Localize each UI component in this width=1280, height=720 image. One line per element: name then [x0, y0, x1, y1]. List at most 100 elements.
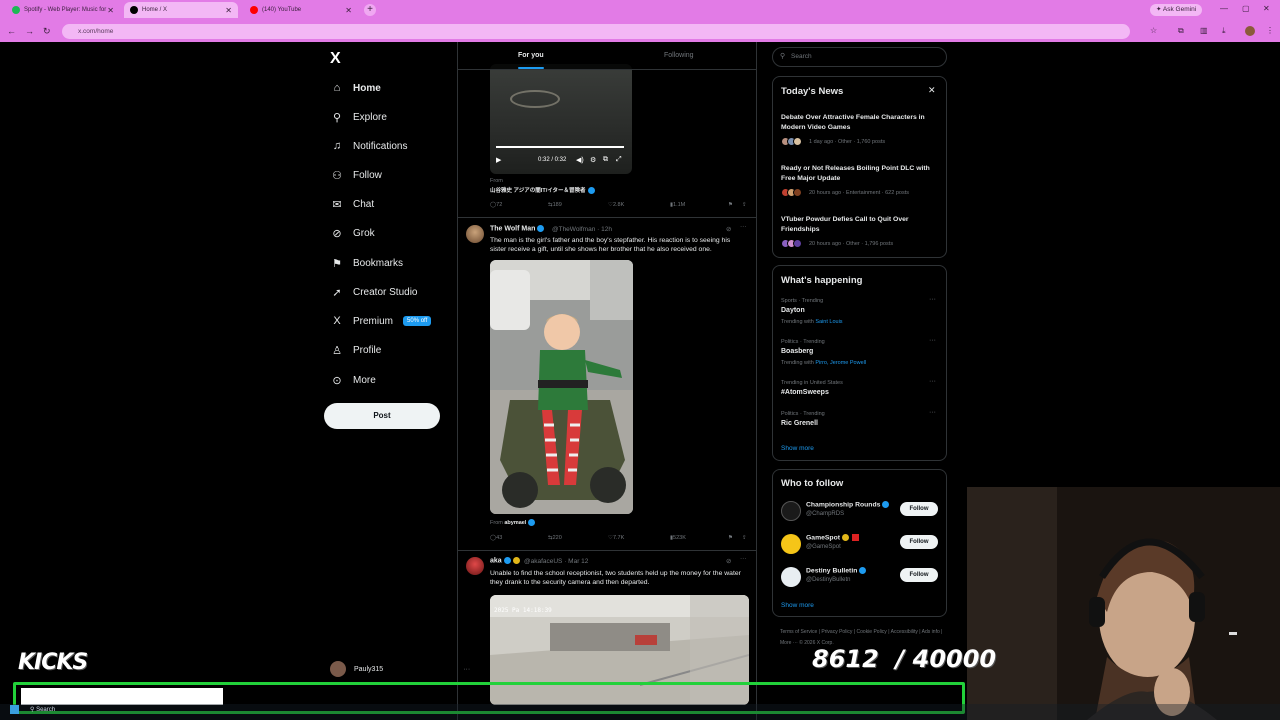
close-icon[interactable]: ✕: [345, 6, 352, 15]
avatar[interactable]: [781, 534, 801, 554]
trend-name[interactable]: Dayton: [781, 307, 805, 314]
avatar[interactable]: [466, 557, 484, 575]
back-icon[interactable]: ←: [7, 26, 16, 36]
reply-button[interactable]: ◯ 72: [490, 202, 502, 208]
grok-icon[interactable]: ⊘: [726, 557, 731, 565]
show-more-link[interactable]: Show more: [781, 602, 814, 609]
nav-premium[interactable]: X Premium 50% off: [330, 311, 432, 331]
like-button[interactable]: ♡ 7.7K: [608, 535, 624, 541]
video-player[interactable]: ▶ 0:32 / 0:32 ◀) ⚙ ⧉ ⤢: [490, 64, 632, 174]
new-tab-button[interactable]: +: [364, 4, 376, 16]
views-button[interactable]: ▮ 1.1M: [670, 202, 685, 208]
news-headline[interactable]: Ready or Not Releases Boiling Point DLC …: [781, 164, 941, 183]
avatar[interactable]: [466, 225, 484, 243]
forward-icon[interactable]: →: [25, 26, 34, 36]
window-close-icon[interactable]: ✕: [1263, 4, 1270, 13]
like-button[interactable]: ♡ 2.8K: [608, 202, 624, 208]
footer-link[interactable]: Privacy Policy: [821, 629, 852, 635]
menu-icon[interactable]: ⋮: [1266, 26, 1274, 35]
volume-icon[interactable]: ◀): [576, 156, 584, 164]
follow-button[interactable]: Follow: [900, 502, 938, 516]
nav-creator-studio[interactable]: ➚ Creator Studio: [330, 282, 417, 302]
timeline[interactable]: For you Following ▶ 0:32 / 0:32 ◀) ⚙ ⧉ ⤢…: [457, 42, 757, 720]
star-icon[interactable]: ☆: [1150, 26, 1157, 35]
more-icon[interactable]: ···: [929, 337, 936, 344]
sidepanel-icon[interactable]: ▥: [1200, 26, 1208, 35]
nav-bookmarks[interactable]: ⚑ Bookmarks: [330, 253, 403, 273]
nav-home[interactable]: ⌂ Home: [330, 78, 381, 98]
more-icon[interactable]: ···: [929, 409, 936, 416]
more-icon[interactable]: ···: [740, 555, 747, 562]
play-icon[interactable]: ▶: [496, 156, 501, 164]
share-icon[interactable]: ⇪: [742, 535, 747, 541]
account-switcher[interactable]: Pauly315 ···: [330, 661, 470, 677]
from-source[interactable]: 山谷雅史 アジアの闇IT/イター＆冒険者: [490, 186, 595, 195]
settings-icon[interactable]: ⚙: [590, 156, 596, 164]
download-icon[interactable]: ⤓: [1222, 26, 1226, 36]
more-icon[interactable]: ···: [929, 378, 936, 385]
avatar[interactable]: [781, 501, 801, 521]
extensions-icon[interactable]: ⧉: [1178, 26, 1184, 36]
footer-link[interactable]: More ···: [780, 640, 798, 646]
nav-notifications[interactable]: ♫ Notifications: [330, 136, 408, 156]
footer-link[interactable]: Terms of Service: [780, 629, 817, 635]
close-icon[interactable]: ✕: [928, 85, 936, 96]
tab-for-you[interactable]: For you: [518, 52, 544, 59]
trend-with-names[interactable]: Pirro, Jerome Powell: [815, 360, 866, 366]
nav-profile[interactable]: ♙ Profile: [330, 340, 381, 360]
minimize-icon[interactable]: —: [1220, 4, 1228, 13]
profile-avatar[interactable]: [1245, 26, 1255, 36]
views-button[interactable]: ▮ 523K: [670, 535, 686, 541]
follow-button[interactable]: Follow: [900, 568, 938, 582]
video-progress[interactable]: [496, 146, 624, 148]
trend-name[interactable]: Boasberg: [781, 348, 813, 355]
pip-icon[interactable]: ⧉: [603, 156, 608, 164]
author-name[interactable]: The Wolf Man: [490, 225, 545, 232]
more-icon[interactable]: ···: [929, 296, 936, 303]
nav-follow[interactable]: ⚇ Follow: [330, 165, 382, 185]
fullscreen-icon[interactable]: ⤢: [616, 156, 622, 164]
tab-following[interactable]: Following: [664, 52, 694, 59]
author-name[interactable]: aka: [490, 557, 520, 564]
nav-explore[interactable]: ⚲ Explore: [330, 107, 387, 127]
from-line[interactable]: From abymael: [490, 519, 536, 526]
follow-button[interactable]: Follow: [900, 535, 938, 549]
post-button[interactable]: Post: [324, 403, 440, 429]
reload-icon[interactable]: ↻: [43, 26, 51, 37]
footer-link[interactable]: Cookie Policy: [857, 629, 887, 635]
tab-youtube[interactable]: (140) YouTube ✕: [244, 2, 358, 18]
url-input[interactable]: x.com/home: [62, 24, 1130, 39]
follow-name[interactable]: Championship Rounds: [806, 501, 890, 508]
more-icon[interactable]: ···: [740, 223, 747, 230]
x-logo[interactable]: X: [330, 50, 341, 68]
windows-start-icon[interactable]: [10, 705, 19, 714]
footer-link[interactable]: Accessibility: [891, 629, 918, 635]
follow-name[interactable]: GameSpot: [806, 534, 859, 541]
follow-name[interactable]: Destiny Bulletin: [806, 567, 867, 574]
trend-name[interactable]: Ric Grenell: [781, 420, 818, 427]
nav-chat[interactable]: ✉ Chat: [330, 194, 374, 214]
search-input[interactable]: ⚲ Search: [772, 47, 947, 67]
show-more-link[interactable]: Show more: [781, 445, 814, 452]
author-handle[interactable]: @akafaceUS · Mar 12: [524, 558, 588, 565]
share-icon[interactable]: ⇪: [742, 202, 747, 208]
author-handle[interactable]: @TheWolfman · 12h: [552, 226, 612, 233]
reply-button[interactable]: ◯ 43: [490, 535, 502, 541]
tweet-image[interactable]: [490, 260, 633, 514]
retweet-button[interactable]: ⇆ 189: [548, 202, 562, 208]
footer-link[interactable]: Ads info: [922, 629, 940, 635]
nav-more[interactable]: ⊙ More: [330, 370, 375, 390]
trend-with-names[interactable]: Saint Louis: [815, 319, 842, 325]
taskbar-search[interactable]: ⚲ Search: [30, 706, 55, 713]
tab-spotify[interactable]: Spotify - Web Player: Music for ✕: [6, 2, 120, 18]
avatar[interactable]: [781, 567, 801, 587]
retweet-button[interactable]: ⇆ 220: [548, 535, 562, 541]
close-icon[interactable]: ✕: [107, 6, 114, 15]
ask-gemini-button[interactable]: ✦ Ask Gemini: [1150, 4, 1203, 16]
close-icon[interactable]: ✕: [225, 6, 232, 15]
grok-icon[interactable]: ⊘: [726, 225, 731, 233]
tab-x-home[interactable]: Home / X ✕: [124, 2, 238, 18]
bookmark-icon[interactable]: ⚑: [728, 202, 733, 208]
bookmark-icon[interactable]: ⚑: [728, 535, 733, 541]
news-headline[interactable]: Debate Over Attractive Female Characters…: [781, 113, 941, 132]
